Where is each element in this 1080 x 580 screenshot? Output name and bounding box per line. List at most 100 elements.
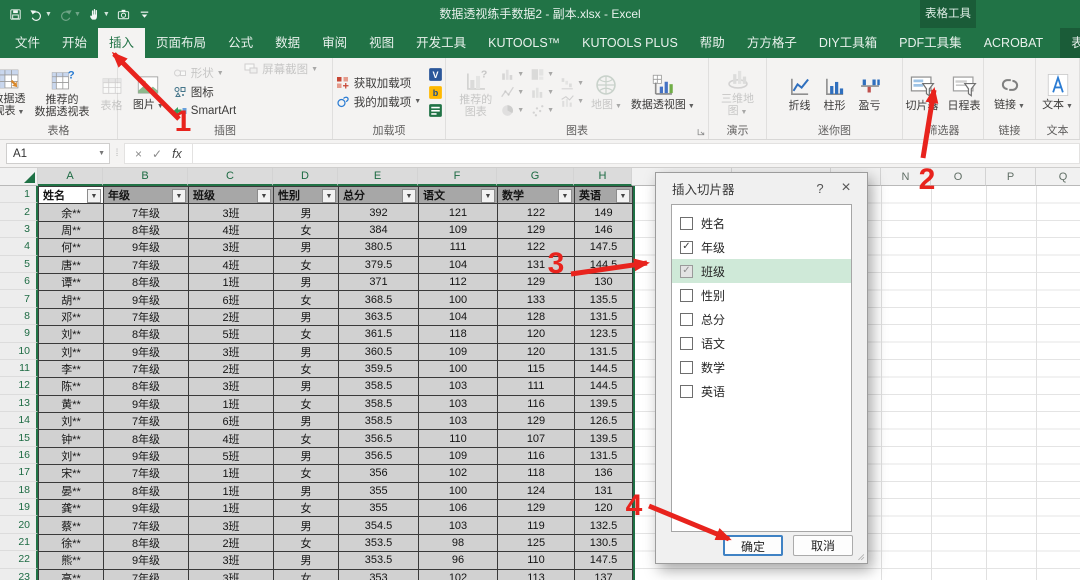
tab-审阅[interactable]: 审阅	[311, 28, 358, 58]
row-header-10[interactable]: 10	[0, 343, 38, 360]
link-button[interactable]: 链接 ▼	[991, 70, 1028, 115]
cell[interactable]: 1班	[189, 500, 274, 517]
checkbox-checked[interactable]: ✓	[680, 265, 693, 278]
cell[interactable]: 男	[274, 378, 339, 395]
tab-数据[interactable]: 数据	[264, 28, 311, 58]
cell[interactable]: 131.5	[575, 308, 633, 325]
cell[interactable]: 8年级	[104, 534, 189, 551]
shapes-button[interactable]: 形状▼	[170, 64, 238, 82]
cell[interactable]: 宋**	[39, 465, 104, 482]
sparkline-column-button[interactable]: 柱形	[819, 71, 851, 114]
column-header-cell-年级[interactable]: 年级▼	[104, 187, 189, 204]
cell[interactable]: 男	[274, 517, 339, 534]
cell[interactable]: 3班	[189, 239, 274, 256]
cell[interactable]: 刘**	[39, 343, 104, 360]
cell[interactable]: 112	[419, 273, 498, 290]
cell[interactable]: 1班	[189, 273, 274, 290]
tab-表设计[interactable]: 表设计	[1060, 28, 1080, 58]
column-header-F[interactable]: F	[418, 168, 497, 186]
cell[interactable]: 刘**	[39, 326, 104, 343]
row-header-4[interactable]: 4	[0, 238, 38, 255]
slicer-field-姓名[interactable]: 姓名	[672, 211, 851, 235]
row-header-18[interactable]: 18	[0, 482, 38, 499]
cell[interactable]: 103	[419, 413, 498, 430]
cell[interactable]: 115	[498, 360, 575, 377]
cell[interactable]: 8年级	[104, 482, 189, 499]
cell[interactable]: 女	[274, 500, 339, 517]
slicer-field-语文[interactable]: 语文	[672, 331, 851, 355]
text-box-button[interactable]: 文本 ▼	[1039, 70, 1076, 115]
row-header-9[interactable]: 9	[0, 325, 38, 342]
cell[interactable]: 男	[274, 308, 339, 325]
cell[interactable]: 晏**	[39, 482, 104, 499]
cell[interactable]: 黄**	[39, 395, 104, 412]
cell[interactable]: 3班	[189, 569, 274, 580]
cell[interactable]: 103	[419, 395, 498, 412]
column-header-D[interactable]: D	[273, 168, 338, 186]
tab-ACROBAT[interactable]: ACROBAT	[973, 28, 1055, 58]
cell[interactable]: 7年级	[104, 569, 189, 580]
cell[interactable]: 8年级	[104, 221, 189, 238]
cell[interactable]: 131	[498, 256, 575, 273]
cell[interactable]: 358.5	[339, 395, 419, 412]
cell[interactable]: 103	[419, 517, 498, 534]
cell[interactable]: 392	[339, 204, 419, 221]
row-header-6[interactable]: 6	[0, 273, 38, 290]
cell[interactable]: 353	[339, 569, 419, 580]
cell[interactable]: 1班	[189, 465, 274, 482]
get-addins-button[interactable]: 获取加载项	[333, 74, 423, 92]
cell[interactable]: 107	[498, 430, 575, 447]
row-header-20[interactable]: 20	[0, 516, 38, 533]
hierarchy-chart-button[interactable]: ▼	[528, 66, 555, 83]
icons-button[interactable]: 图标	[170, 83, 238, 101]
cell[interactable]: 3班	[189, 552, 274, 569]
cell[interactable]: 118	[419, 326, 498, 343]
column-header-C[interactable]: C	[188, 168, 273, 186]
cell[interactable]: 144.5	[575, 378, 633, 395]
cell[interactable]: 9年级	[104, 447, 189, 464]
cell[interactable]: 133	[498, 291, 575, 308]
row-header-16[interactable]: 16	[0, 447, 38, 464]
cell[interactable]: 358.5	[339, 413, 419, 430]
tab-开始[interactable]: 开始	[51, 28, 98, 58]
cell[interactable]: 104	[419, 308, 498, 325]
slicer-button[interactable]: 切片器	[903, 71, 942, 114]
cell[interactable]: 120	[575, 500, 633, 517]
tab-PDF工具集[interactable]: PDF工具集	[888, 28, 973, 58]
cell[interactable]: 380.5	[339, 239, 419, 256]
row-header-23[interactable]: 23	[0, 569, 38, 580]
tab-文件[interactable]: 文件	[4, 28, 51, 58]
cell[interactable]: 7年级	[104, 360, 189, 377]
column-header-P[interactable]: P	[986, 168, 1036, 186]
column-header-cell-姓名[interactable]: 姓名▼	[39, 187, 104, 204]
row-header-2[interactable]: 2	[0, 203, 38, 220]
name-box[interactable]: A1 ▼	[6, 143, 110, 164]
cell[interactable]: 139.5	[575, 395, 633, 412]
slicer-field-总分[interactable]: 总分	[672, 307, 851, 331]
screenshot-button[interactable]: 屏幕截图▼	[241, 60, 320, 78]
cell[interactable]: 6班	[189, 291, 274, 308]
column-header-N[interactable]: N	[881, 168, 931, 186]
dialog-launcher-icon[interactable]	[697, 128, 706, 137]
cell[interactable]: 2班	[189, 534, 274, 551]
cell[interactable]: 132.5	[575, 517, 633, 534]
pivot-chart-button[interactable]: 数据透视图 ▼	[628, 70, 698, 115]
cell[interactable]: 102	[419, 569, 498, 580]
cell[interactable]: 3班	[189, 378, 274, 395]
cell[interactable]: 130.5	[575, 534, 633, 551]
cell[interactable]: 149	[575, 204, 633, 221]
column-chart-button[interactable]: ▼	[498, 66, 525, 83]
cell[interactable]: 男	[274, 204, 339, 221]
column-header-cell-总分[interactable]: 总分▼	[339, 187, 419, 204]
name-box-caret-icon[interactable]: ▼	[98, 150, 109, 157]
cell[interactable]: 谭**	[39, 273, 104, 290]
column-header-cell-语文[interactable]: 语文▼	[419, 187, 498, 204]
cell[interactable]: 126.5	[575, 413, 633, 430]
tab-KUTOOLS PLUS[interactable]: KUTOOLS PLUS	[571, 28, 689, 58]
checkbox-unchecked[interactable]	[680, 313, 693, 326]
cell[interactable]: 钟**	[39, 430, 104, 447]
cell[interactable]: 男	[274, 273, 339, 290]
row-header-22[interactable]: 22	[0, 551, 38, 568]
dialog-resize-grip[interactable]	[855, 551, 866, 562]
cell[interactable]: 女	[274, 326, 339, 343]
